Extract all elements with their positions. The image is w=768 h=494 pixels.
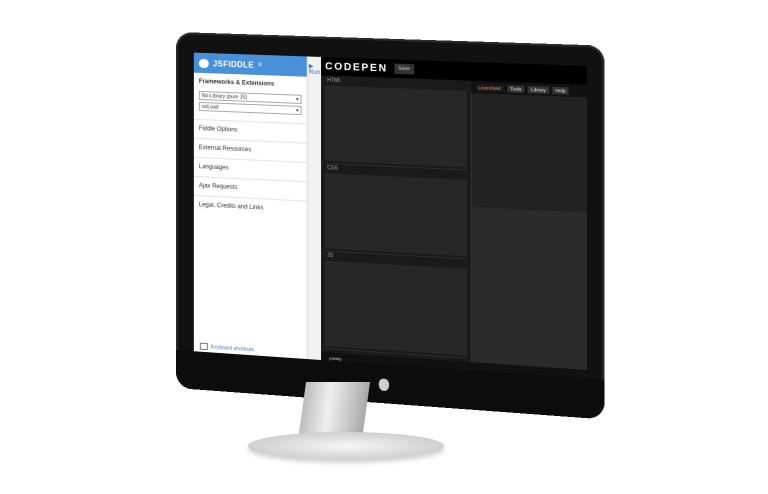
codepen-panel: CODEPEN Save Livereload Tools Library He… xyxy=(321,57,587,381)
tab-help[interactable]: Help xyxy=(552,86,569,94)
library-select-value: No-Library (pure JS) xyxy=(202,92,247,100)
editors: HTML CSS JS xyxy=(321,75,471,362)
js-editor-body[interactable] xyxy=(325,261,467,356)
tab-livereload[interactable]: Livereload xyxy=(475,83,503,91)
console-panel xyxy=(471,207,587,370)
tab-library[interactable]: Library xyxy=(528,85,549,93)
load-select-value: onLoad xyxy=(202,104,219,111)
jsfiddle-panel: JSFIDDLE α Frameworks & Extensions No-Li… xyxy=(194,53,307,361)
keyboard-icon xyxy=(200,343,208,351)
frameworks-title: Frameworks & Extensions xyxy=(194,73,307,93)
jsfiddle-title: JSFIDDLE xyxy=(213,59,254,70)
html-editor-body[interactable] xyxy=(325,86,467,168)
js-editor[interactable]: JS xyxy=(325,250,467,358)
cloud-icon xyxy=(199,58,209,67)
tab-tools[interactable]: Tools xyxy=(507,85,525,93)
keyboard-shortcuts-label: Keyboard shortcuts xyxy=(211,344,254,353)
monitor-base xyxy=(248,432,444,460)
screen: JSFIDDLE α Frameworks & Extensions No-Li… xyxy=(194,53,587,381)
chevron-down-icon[interactable]: α xyxy=(258,62,262,68)
chevron-down-icon: ▾ xyxy=(296,96,299,102)
css-editor[interactable]: CSS xyxy=(325,163,467,260)
jsfiddle-run-bar: ▶ Run xyxy=(307,56,322,362)
apple-logo-icon xyxy=(379,378,389,391)
save-button[interactable]: Save xyxy=(394,64,414,75)
monitor-frame: JSFIDDLE α Frameworks & Extensions No-Li… xyxy=(176,32,604,419)
chevron-down-icon: ▾ xyxy=(296,107,299,113)
run-label: Run xyxy=(309,70,320,77)
code-preview xyxy=(471,93,587,213)
html-editor[interactable]: HTML xyxy=(325,75,467,170)
codepen-logo: CODEPEN xyxy=(325,61,388,74)
css-editor-body[interactable] xyxy=(325,173,467,256)
